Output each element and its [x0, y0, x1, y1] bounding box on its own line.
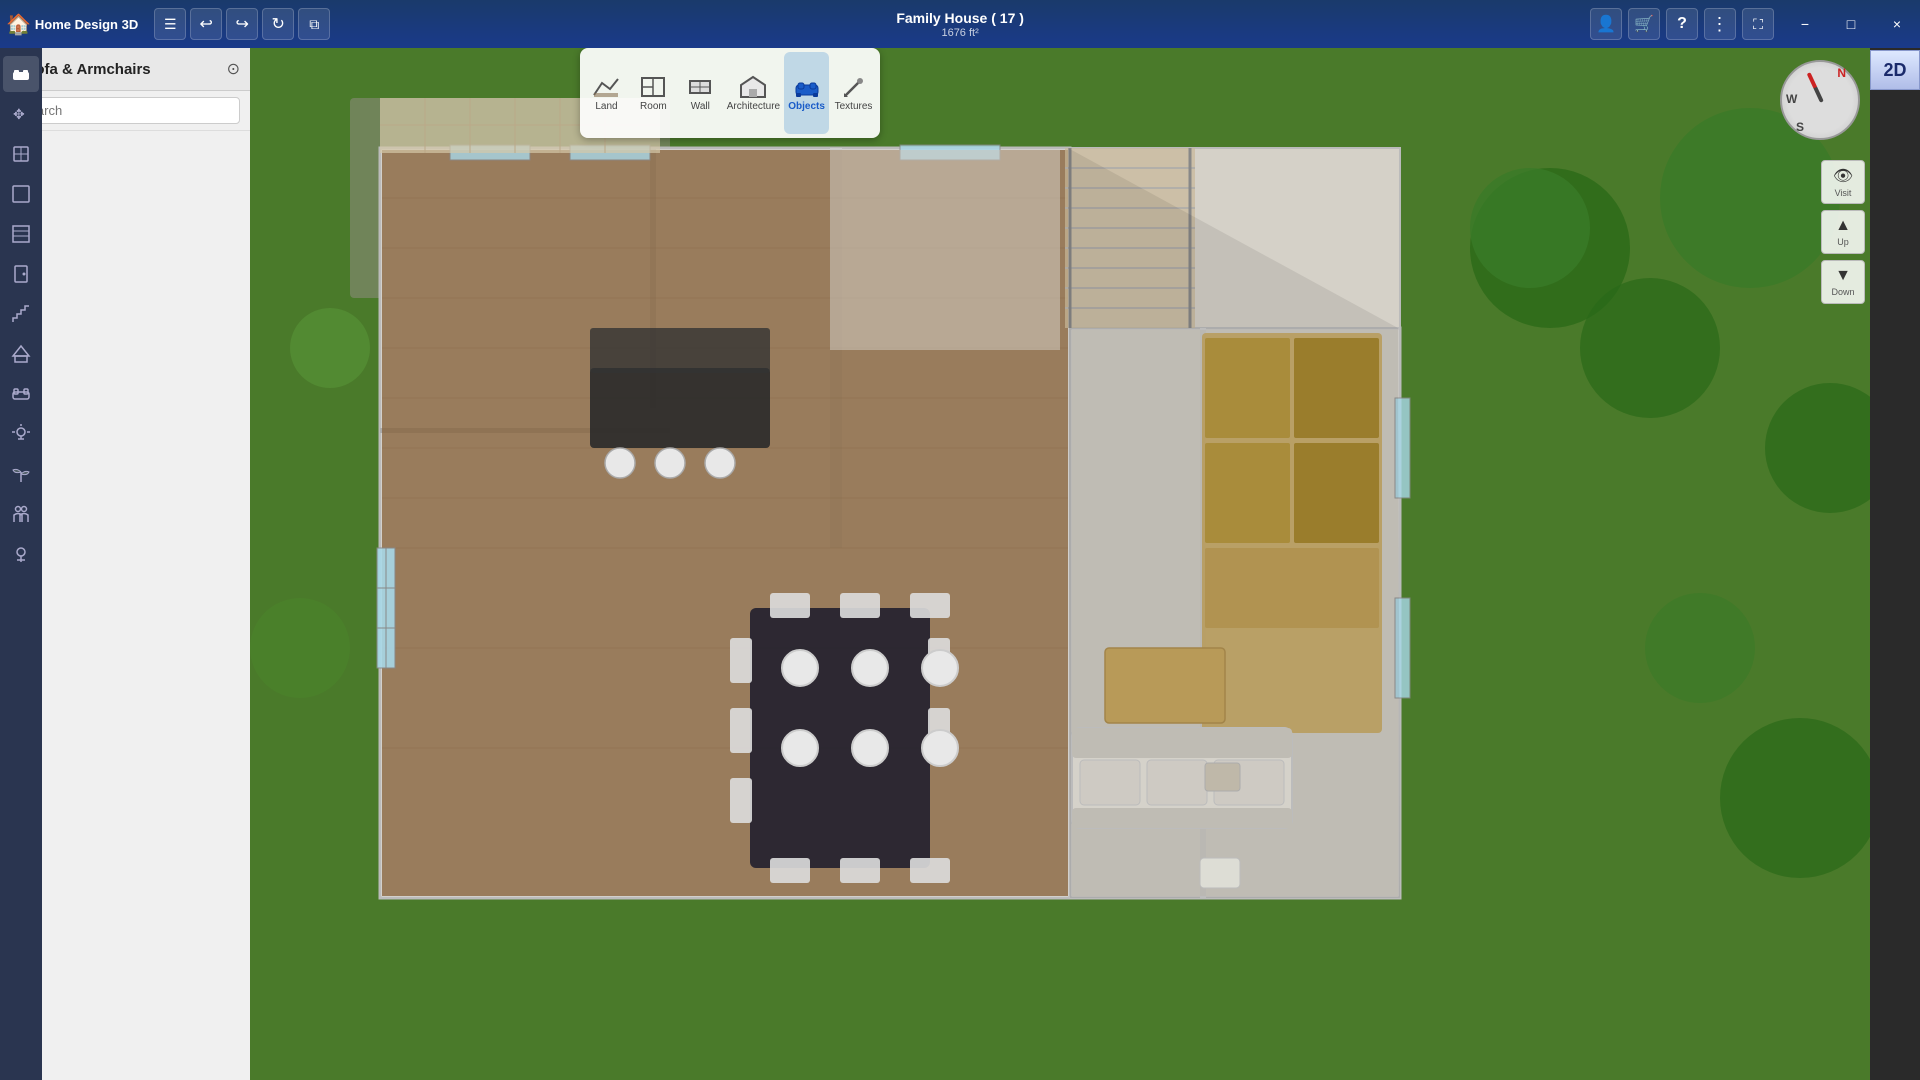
nav-door[interactable] — [3, 256, 39, 292]
textures-icon — [840, 75, 868, 99]
close-button[interactable]: × — [1874, 0, 1920, 48]
nav-roof[interactable] — [3, 336, 39, 372]
undo-button[interactable]: ↩ — [190, 8, 222, 40]
wall-icon — [686, 75, 714, 99]
tool-room[interactable]: Room — [631, 52, 676, 134]
top-toolbar: Land Room Wall Architecture O — [580, 48, 880, 138]
up-button[interactable]: ▲ Up — [1821, 210, 1865, 254]
objects-label: Objects — [788, 101, 825, 112]
nav-select[interactable] — [3, 136, 39, 172]
more-button[interactable]: ⋮ — [1704, 8, 1736, 40]
tool-objects[interactable]: Objects — [784, 52, 829, 134]
down-label: Down — [1831, 287, 1854, 297]
tool-land[interactable]: Land — [584, 52, 629, 134]
textures-label: Textures — [835, 101, 873, 112]
minimize-button[interactable]: − — [1782, 0, 1828, 48]
room-label: Room — [640, 101, 667, 112]
viewport[interactable] — [250, 48, 1870, 1080]
visit-button[interactable]: 👁 Visit — [1821, 160, 1865, 204]
left-nav: ✥ — [0, 48, 42, 1080]
nav-outdoor[interactable] — [3, 536, 39, 572]
nav-rooms[interactable] — [3, 176, 39, 212]
down-button[interactable]: ▼ Down — [1821, 260, 1865, 304]
user-button[interactable]: 👤 — [1590, 8, 1622, 40]
tool-wall[interactable]: Wall — [678, 52, 723, 134]
wall-label: Wall — [691, 101, 710, 112]
redo-button[interactable]: ↪ — [226, 8, 258, 40]
search-input[interactable] — [10, 97, 240, 124]
category-title: Sofa & Armchairs — [25, 61, 218, 78]
architecture-icon — [739, 75, 767, 99]
objects-icon — [793, 75, 821, 99]
architecture-label: Architecture — [727, 101, 780, 112]
copy-button[interactable]: ⧉ — [298, 8, 330, 40]
nav-objects[interactable] — [3, 56, 39, 92]
compass-south: S — [1796, 120, 1804, 134]
compass-north: N — [1837, 66, 1846, 80]
compass: N S W — [1780, 60, 1860, 140]
titlebar: 🏠 Home Design 3D ☰ ↩ ↪ ↻ ⧉ Family House … — [0, 0, 1920, 48]
menu-button[interactable]: ☰ — [154, 8, 186, 40]
nav-furniture[interactable] — [3, 376, 39, 412]
tool-textures[interactable]: Textures — [831, 52, 876, 134]
nav-plants[interactable] — [3, 456, 39, 492]
nav-people[interactable] — [3, 496, 39, 532]
view-2d-button[interactable]: 2D — [1870, 50, 1920, 90]
up-label: Up — [1837, 237, 1849, 247]
tool-architecture[interactable]: Architecture — [725, 52, 782, 134]
room-icon — [639, 75, 667, 99]
visit-label: Visit — [1835, 188, 1852, 198]
project-title: Family House ( 17 ) — [330, 9, 1590, 27]
land-icon — [592, 75, 620, 99]
compass-needle — [1807, 72, 1824, 103]
search-icon-button[interactable]: ⊙ — [227, 59, 240, 79]
cart-button[interactable]: 🛒 — [1628, 8, 1660, 40]
land-label: Land — [595, 101, 617, 112]
compass-west: W — [1786, 92, 1797, 106]
nav-move[interactable]: ✥ — [3, 96, 39, 132]
svg-text:✥: ✥ — [13, 106, 25, 122]
maximize-button[interactable]: □ — [1828, 0, 1874, 48]
project-size: 1676 ft² — [330, 27, 1590, 39]
house-floorplan — [250, 48, 1870, 1080]
fullscreen-button[interactable]: ⛶ — [1742, 8, 1774, 40]
app-icon: 🏠 — [6, 12, 31, 37]
app-title: Home Design 3D — [35, 17, 138, 32]
refresh-button[interactable]: ↻ — [262, 8, 294, 40]
nav-stairs[interactable] — [3, 296, 39, 332]
view-controls: 👁 Visit ▲ Up ▼ Down — [1821, 160, 1865, 304]
nav-walls[interactable] — [3, 216, 39, 252]
help-button[interactable]: ? — [1666, 8, 1698, 40]
nav-lighting[interactable] — [3, 416, 39, 452]
